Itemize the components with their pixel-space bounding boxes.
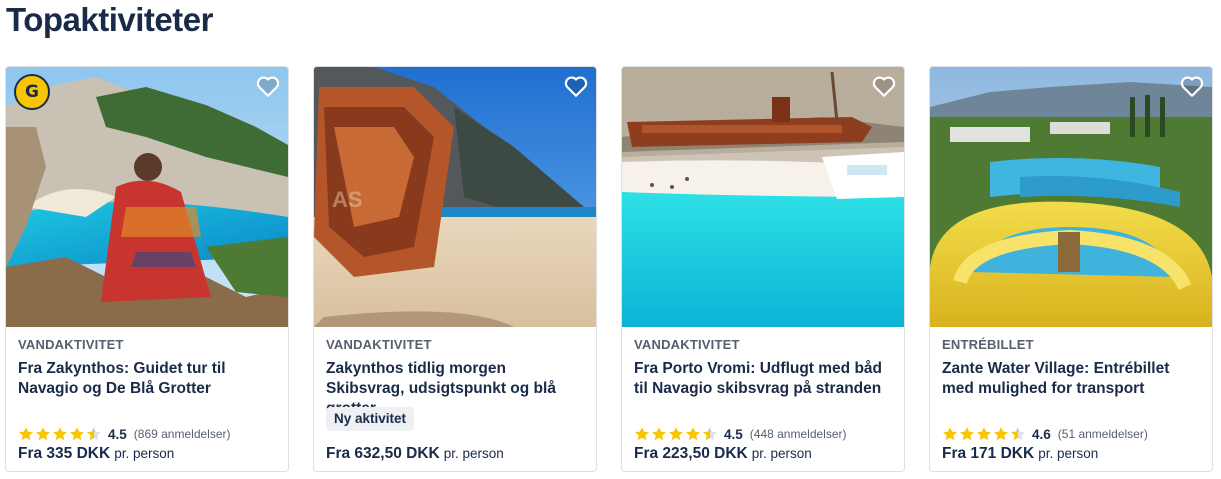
rating: 4.5 (869 anmeldelser) [18, 425, 231, 443]
activity-image-water-park[interactable] [930, 67, 1212, 327]
rating: 4.5 (448 anmeldelser) [634, 425, 847, 443]
price-unit: pr. person [751, 446, 812, 461]
activity-card[interactable]: ENTRÉBILLET Zante Water Village: Entrébi… [929, 66, 1213, 472]
star-rating-icon [634, 426, 718, 442]
price: Fra 632,50 DKK pr. person [326, 445, 504, 463]
activity-cards: G VANDAKTIVITET Fra Zakynthos: Guidet tu… [5, 66, 1215, 472]
price-unit: pr. person [443, 446, 504, 461]
new-activity-tag: Ny aktivitet [326, 407, 415, 431]
price-amount: Fra 632,50 DKK [326, 445, 440, 462]
price: Fra 223,50 DKK pr. person [634, 445, 812, 463]
activity-category: VANDAKTIVITET [634, 337, 740, 352]
rating: 4.6 (51 anmeldelser) [942, 425, 1148, 443]
activity-title[interactable]: Fra Porto Vromi: Udflugt med båd til Nav… [634, 359, 892, 399]
activity-card[interactable]: G VANDAKTIVITET Fra Zakynthos: Guidet tu… [5, 66, 289, 472]
rating-value: 4.6 [1032, 426, 1051, 442]
price-unit: pr. person [114, 446, 175, 461]
getyourguide-badge-icon: G [14, 74, 50, 110]
activity-category: ENTRÉBILLET [942, 337, 1034, 352]
review-count: (448 anmeldelser) [749, 427, 847, 441]
price: Fra 171 DKK pr. person [942, 445, 1098, 463]
heart-icon[interactable] [255, 73, 281, 99]
rating-value: 4.5 [108, 426, 127, 442]
rating-value: 4.5 [724, 426, 743, 442]
activity-image-boat-beach[interactable] [622, 67, 904, 327]
activity-image-navagio-cliff[interactable]: G [6, 67, 288, 327]
price-amount: Fra 335 DKK [18, 445, 111, 462]
review-count: (869 anmeldelser) [133, 427, 231, 441]
section-title: Topaktiviteter [6, 1, 213, 38]
price-amount: Fra 171 DKK [942, 445, 1035, 462]
price: Fra 335 DKK pr. person [18, 445, 174, 463]
price-unit: pr. person [1038, 446, 1099, 461]
activity-image-shipwreck[interactable]: AS [314, 67, 596, 327]
activity-title[interactable]: Fra Zakynthos: Guidet tur til Navagio og… [18, 359, 276, 399]
star-rating-icon [18, 426, 102, 442]
activity-category: VANDAKTIVITET [18, 337, 124, 352]
activity-card[interactable]: VANDAKTIVITET Fra Porto Vromi: Udflugt m… [621, 66, 905, 472]
activity-category: VANDAKTIVITET [326, 337, 432, 352]
svg-text:AS: AS [332, 187, 363, 212]
activity-title[interactable]: Zante Water Village: Entrébillet med mul… [942, 359, 1200, 399]
review-count: (51 anmeldelser) [1057, 427, 1148, 441]
activity-card[interactable]: AS VANDAKTIVITET Zakynthos tidlig morgen… [313, 66, 597, 472]
heart-icon[interactable] [871, 73, 897, 99]
star-rating-icon [942, 426, 1026, 442]
heart-icon[interactable] [563, 73, 589, 99]
heart-icon[interactable] [1179, 73, 1205, 99]
price-amount: Fra 223,50 DKK [634, 445, 748, 462]
